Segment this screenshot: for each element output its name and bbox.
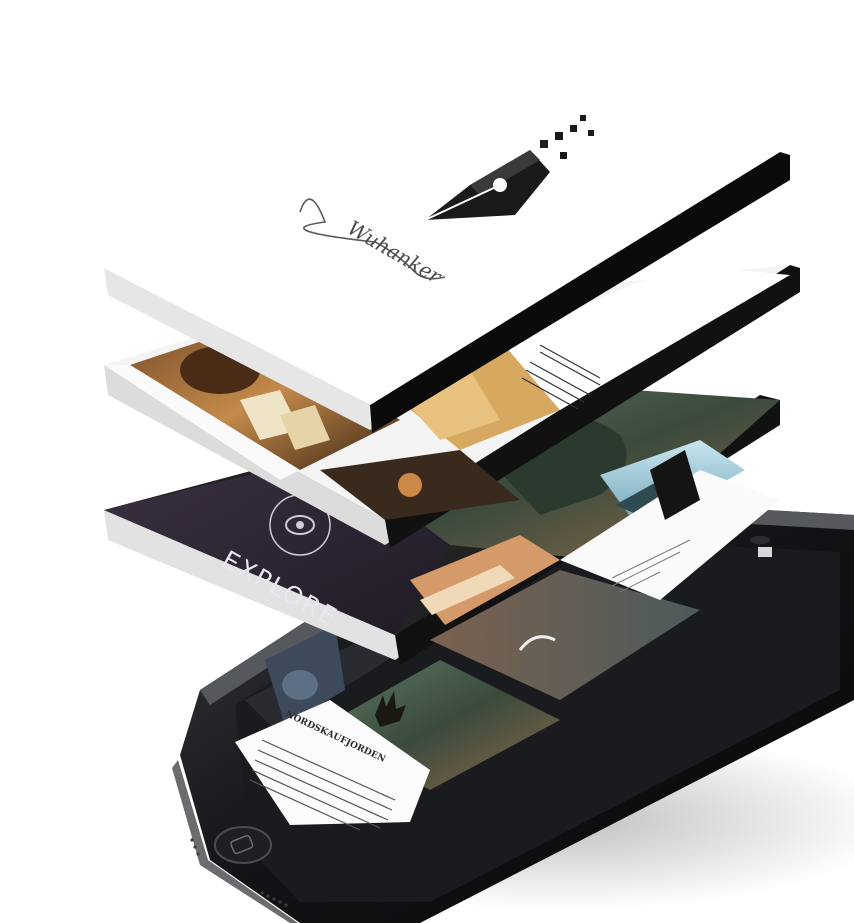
app-layers-mockup: ti e a. di [0,0,854,923]
mockup-illustration: NORDSKAUFJORDEN EXPLORE Wuhanker [104,10,854,923]
home-button-icon [214,826,272,864]
